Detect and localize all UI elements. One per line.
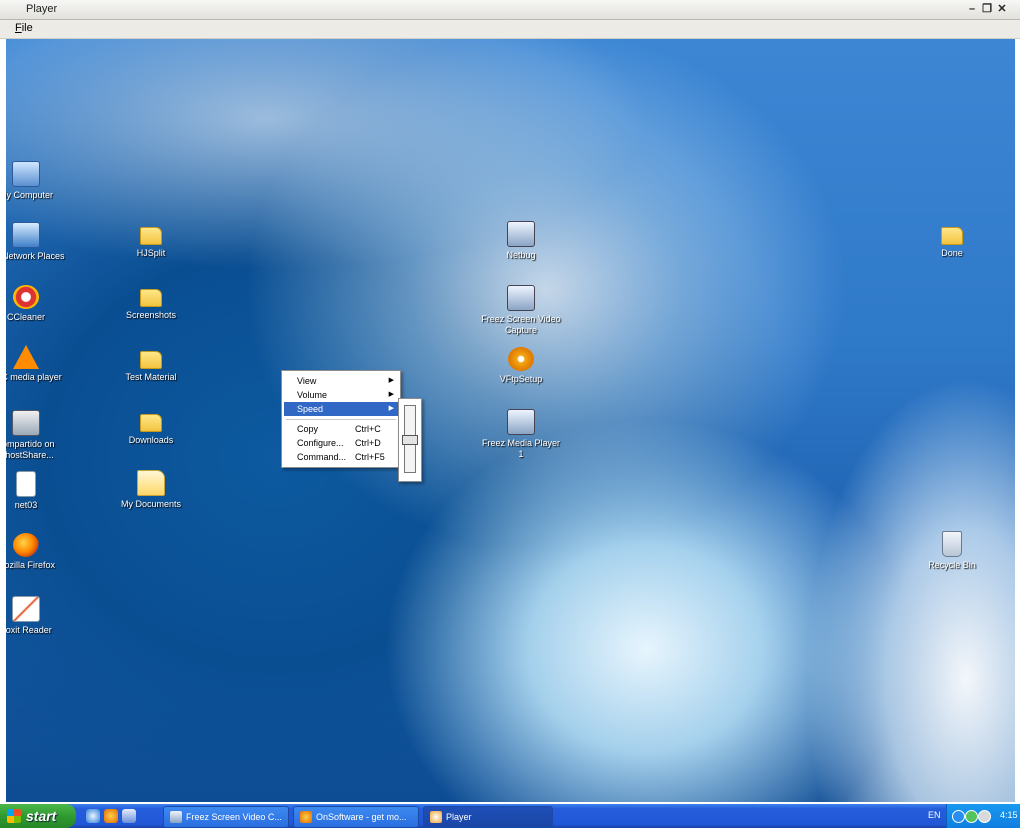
- close-icon[interactable]: ✕: [995, 2, 1009, 16]
- media-player-icon: [507, 409, 535, 435]
- foxit-icon: [12, 596, 40, 622]
- submenu-arrow-icon: ▶: [388, 377, 394, 384]
- connection-tray-icon[interactable]: [965, 810, 978, 823]
- window-titlebar: Player – ❐ ✕: [0, 0, 1020, 20]
- menu-separator: [286, 419, 396, 420]
- taskbar-item-onsoftware[interactable]: OnSoftware - get mo...: [293, 806, 419, 828]
- ccleaner-icon: [13, 285, 39, 309]
- firefox-icon: [13, 533, 39, 557]
- desktop-icon-screenshots[interactable]: Screenshots: [109, 283, 193, 321]
- app-icon: [507, 285, 535, 311]
- taskbar-item-freez-screen[interactable]: Freez Screen Video C...: [163, 806, 289, 828]
- desktop-icon-label: My Computer: [6, 190, 53, 200]
- network-share-icon: [12, 410, 40, 436]
- desktop-icon-label: Done: [941, 248, 963, 258]
- app-icon: [170, 811, 182, 823]
- desktop-icon-label: VLC media player: [6, 372, 62, 382]
- desktop-icon-firefox[interactable]: Mozilla Firefox: [6, 533, 68, 571]
- menu-item-volume[interactable]: Volume ▶: [284, 388, 398, 402]
- network-tray-icon[interactable]: [952, 810, 965, 823]
- clock: 4:15: [1000, 810, 1018, 820]
- speed-slider-thumb[interactable]: [402, 434, 418, 445]
- ie-quicklaunch-icon[interactable]: [86, 809, 100, 823]
- menu-item-view[interactable]: View ▶: [284, 374, 398, 388]
- desktop-icon-vftpsetup[interactable]: VFtpSetup: [479, 347, 563, 385]
- desktop-icon-downloads[interactable]: Downloads: [109, 408, 193, 446]
- desktop-icon-label: My Network Places: [6, 251, 65, 261]
- desktop-icon-label: Netbug: [506, 250, 536, 260]
- desktop-icon-netbug[interactable]: Netbug: [479, 221, 563, 261]
- desktop-icon-my-documents[interactable]: My Documents: [109, 470, 193, 510]
- desktop-viewport[interactable]: My Computer My Network Places CCleaner V…: [6, 39, 1015, 802]
- folder-icon: [140, 351, 162, 369]
- minimize-icon[interactable]: –: [965, 2, 979, 16]
- submenu-arrow-icon: ▶: [388, 405, 394, 412]
- desktop-icon-label: Downloads: [128, 435, 174, 445]
- desktop-icon-label: HJSplit: [136, 248, 166, 258]
- desktop-icon-label: Test Material: [125, 372, 177, 382]
- desktop-icon-label: net03: [14, 500, 38, 510]
- my-documents-icon: [137, 470, 165, 496]
- menubar: File: [0, 20, 1020, 39]
- desktop-icon-label: My Documents: [120, 499, 182, 509]
- desktop-icon-my-computer[interactable]: My Computer: [6, 161, 68, 201]
- recycle-bin-icon: [942, 531, 962, 557]
- desktop-icon-label: Mozilla Firefox: [6, 560, 55, 570]
- menu-item-speed[interactable]: Speed ▶: [284, 402, 398, 416]
- installer-icon: [508, 347, 534, 371]
- taskbar-item-player[interactable]: Player: [423, 806, 553, 828]
- context-menu: View ▶ Volume ▶ Speed ▶ Copy Ctrl+C Conf…: [281, 370, 401, 468]
- desktop-icon-label: Freez Screen Video Capture: [481, 314, 561, 335]
- desktop-icon-label: Freez Media Player 1: [481, 438, 561, 459]
- app-icon: [507, 221, 535, 247]
- menu-item-configure[interactable]: Configure... Ctrl+D: [284, 436, 398, 450]
- firefox-icon: [300, 811, 312, 823]
- window-title: Player: [26, 3, 58, 15]
- menu-item-copy[interactable]: Copy Ctrl+C: [284, 422, 398, 436]
- volume-tray-icon[interactable]: [978, 810, 991, 823]
- submenu-arrow-icon: ▶: [388, 391, 394, 398]
- player-icon: [430, 811, 442, 823]
- folder-icon: [140, 227, 162, 245]
- network-places-icon: [12, 222, 40, 248]
- show-desktop-quicklaunch-icon[interactable]: [122, 809, 136, 823]
- desktop-icon-foxit[interactable]: Foxit Reader: [6, 596, 68, 636]
- desktop-icon-network-places[interactable]: My Network Places: [6, 222, 68, 262]
- desktop-icon-label: Recycle Bin: [928, 560, 976, 570]
- desktop-icon-freez-media-player[interactable]: Freez Media Player 1: [479, 409, 563, 460]
- desktop-icon-label: compartido on GhostShare...: [6, 439, 55, 460]
- speed-submenu: [398, 398, 422, 482]
- vlc-icon: [13, 345, 39, 369]
- menu-item-command[interactable]: Command... Ctrl+F5: [284, 450, 398, 464]
- taskbar: start Freez Screen Video C... OnSoftware…: [0, 804, 1020, 828]
- desktop-icon-label: CCleaner: [6, 312, 46, 322]
- folder-icon: [140, 289, 162, 307]
- desktop-icon-net03[interactable]: net03: [6, 471, 68, 511]
- desktop-icon-vlc[interactable]: VLC media player: [6, 345, 68, 383]
- desktop-icon-label: Foxit Reader: [6, 625, 52, 635]
- start-button[interactable]: start: [0, 804, 76, 828]
- document-icon: [16, 471, 36, 497]
- desktop-icon-network-share[interactable]: compartido on GhostShare...: [6, 410, 68, 461]
- desktop-icon-test-material[interactable]: Test Material: [109, 345, 193, 383]
- language-indicator[interactable]: EN: [928, 810, 941, 820]
- folder-icon: [941, 227, 963, 245]
- firefox-quicklaunch-icon[interactable]: [104, 809, 118, 823]
- windows-logo-icon: [7, 809, 21, 823]
- folder-icon: [140, 414, 162, 432]
- desktop-icon-freez-screen-video-capture[interactable]: Freez Screen Video Capture: [479, 285, 563, 336]
- desktop-icon-done[interactable]: Done: [910, 221, 994, 259]
- desktop-icon-label: VFtpSetup: [499, 374, 543, 384]
- maximize-icon[interactable]: ❐: [980, 2, 994, 16]
- desktop-icon-label: Screenshots: [125, 310, 177, 320]
- desktop-icon-recycle-bin[interactable]: Recycle Bin: [910, 531, 994, 571]
- desktop-icon-hjsplit[interactable]: HJSplit: [109, 221, 193, 259]
- menu-file[interactable]: File: [15, 22, 33, 34]
- my-computer-icon: [12, 161, 40, 187]
- desktop-icon-ccleaner[interactable]: CCleaner: [6, 285, 68, 323]
